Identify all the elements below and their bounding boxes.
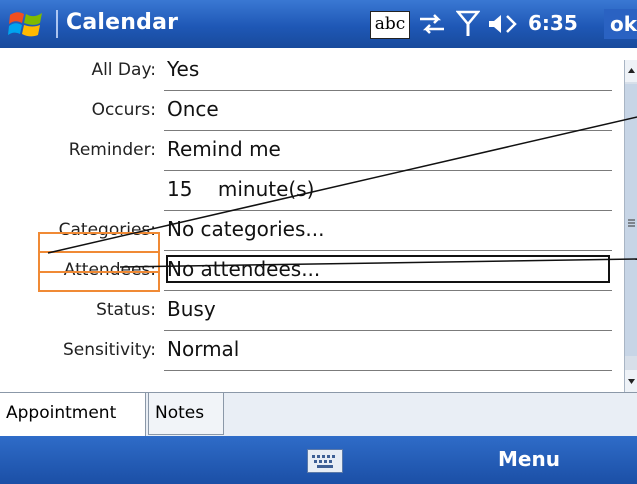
field-label: Status:: [96, 300, 156, 320]
field-status[interactable]: Status: Busy: [0, 294, 624, 334]
field-value[interactable]: Remind me: [167, 137, 281, 161]
windows-start-icon[interactable]: [8, 9, 46, 39]
field-label: Sensitivity:: [63, 340, 156, 360]
volume-icon[interactable]: [487, 12, 521, 36]
scroll-up-icon: [628, 68, 635, 73]
field-reminder[interactable]: Reminder: Remind me: [0, 134, 624, 174]
app-title: Calendar: [66, 10, 179, 35]
field-underline: [164, 370, 612, 371]
field-value[interactable]: Yes: [167, 57, 199, 81]
field-value[interactable]: Busy: [167, 297, 216, 321]
field-underline: [164, 250, 612, 251]
field-underline: [164, 170, 612, 171]
signal-icon[interactable]: [456, 10, 480, 38]
field-all-day[interactable]: All Day: Yes: [0, 54, 624, 94]
tab-notes[interactable]: Notes: [148, 393, 224, 435]
title-bar: Calendar abc 6:35 ok: [0, 0, 637, 48]
grip-icon: [628, 219, 635, 227]
tab-strip: Appointment Notes: [0, 392, 637, 437]
field-label: All Day:: [91, 60, 156, 80]
scroll-down-icon: [628, 379, 635, 384]
field-underline: [164, 210, 612, 211]
field-underline: [164, 330, 612, 331]
field-underline: [164, 130, 612, 131]
scroll-up-button[interactable]: [625, 60, 637, 82]
vertical-scrollbar[interactable]: [624, 60, 637, 392]
field-sensitivity[interactable]: Sensitivity: Normal: [0, 334, 624, 374]
field-value[interactable]: Once: [167, 97, 219, 121]
ok-button[interactable]: ok: [604, 9, 637, 39]
attendees-field-box: [166, 255, 610, 283]
field-label: Reminder:: [68, 140, 156, 160]
attendees-label-highlight: [38, 251, 160, 292]
clock[interactable]: 6:35: [528, 11, 578, 35]
field-value[interactable]: 15 minute(s): [167, 177, 314, 201]
scroll-down-button[interactable]: [625, 370, 637, 392]
field-reminder-time[interactable]: 15 minute(s): [0, 174, 624, 214]
field-value[interactable]: No categories...: [167, 217, 324, 241]
field-underline: [164, 90, 612, 91]
keyboard-icon[interactable]: [307, 449, 343, 473]
title-separator: [56, 10, 58, 38]
soft-key-bar: Menu: [0, 436, 637, 484]
tab-appointment[interactable]: Appointment: [0, 393, 146, 437]
field-underline: [164, 290, 612, 291]
scroll-thumb[interactable]: [625, 84, 637, 356]
sync-icon[interactable]: [418, 12, 446, 36]
field-value[interactable]: Normal: [167, 337, 239, 361]
menu-button[interactable]: Menu: [498, 447, 560, 471]
input-mode-indicator[interactable]: abc: [370, 11, 410, 39]
appointment-form: All Day: Yes Occurs: Once Reminder: Remi…: [0, 48, 624, 392]
field-label: Occurs:: [91, 100, 156, 120]
field-occurs[interactable]: Occurs: Once: [0, 94, 624, 134]
